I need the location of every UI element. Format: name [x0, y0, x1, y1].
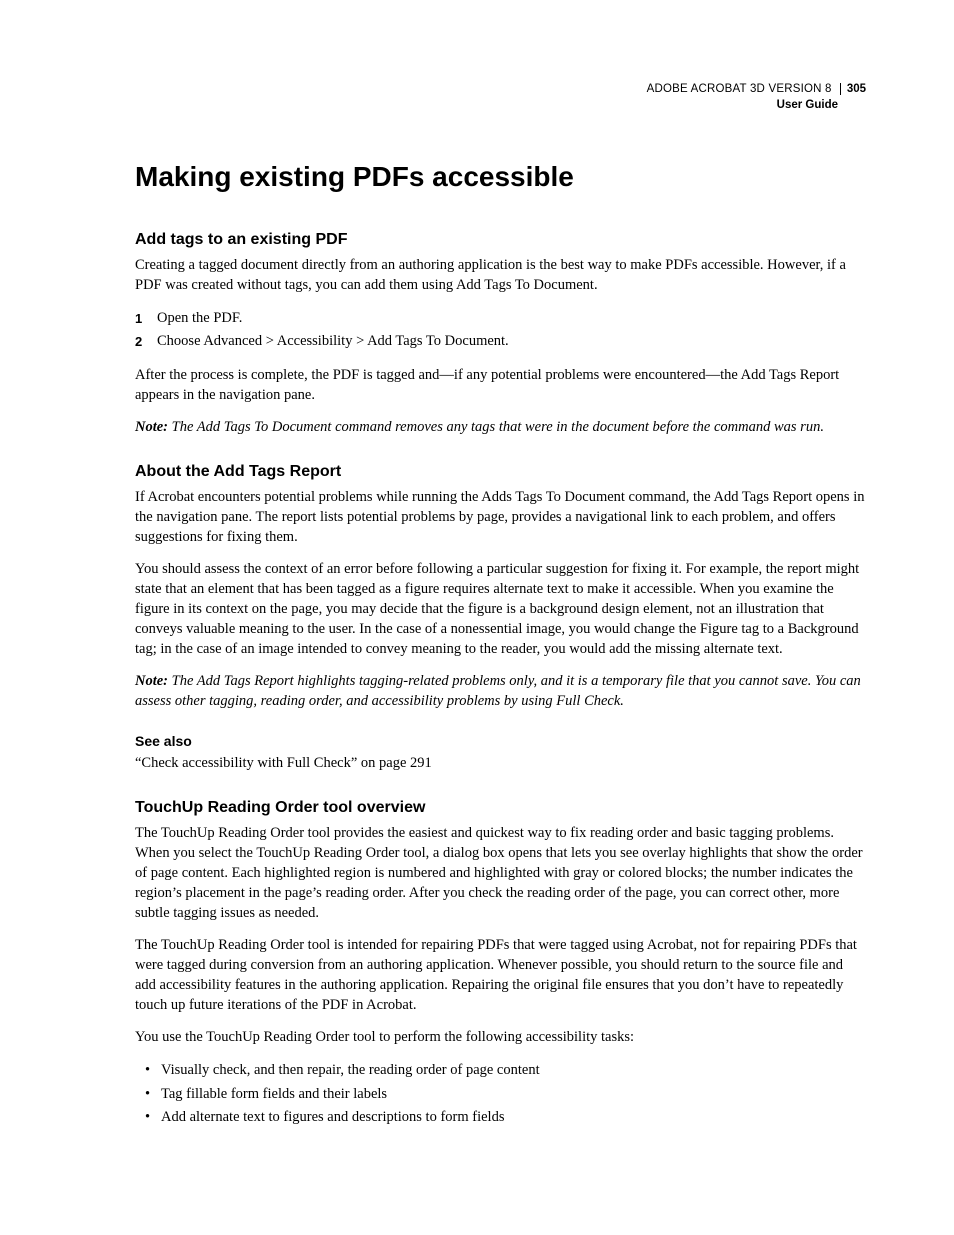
numbered-steps: 1 Open the PDF. 2 Choose Advanced > Access… — [135, 307, 866, 353]
section-heading-touchup: TouchUp Reading Order tool overview — [135, 799, 866, 817]
step-item: 2 Choose Advanced > Accessibility > Add T… — [135, 330, 866, 353]
note-text: The Add Tags To Document command removes… — [172, 419, 824, 435]
section-heading-add-tags: Add tags to an existing PDF — [135, 231, 866, 249]
body-text: After the process is complete, the PDF i… — [135, 365, 866, 405]
see-also-heading: See also — [135, 733, 866, 749]
step-number: 1 — [135, 309, 142, 330]
note-label: Note: — [135, 419, 168, 435]
step-item: 1 Open the PDF. — [135, 307, 866, 330]
header-page-number: 305 — [840, 83, 866, 95]
body-text: The TouchUp Reading Order tool provides … — [135, 823, 866, 923]
page-title: Making existing PDFs accessible — [135, 161, 866, 193]
bulleted-list: Visually check, and then repair, the rea… — [135, 1059, 866, 1129]
body-text: You use the TouchUp Reading Order tool t… — [135, 1027, 866, 1047]
list-item: Visually check, and then repair, the rea… — [135, 1059, 866, 1082]
page-header: ADOBE ACROBAT 3D VERSION 8 305 User Guid… — [135, 82, 866, 113]
header-subtitle: User Guide — [135, 98, 866, 114]
see-also-link: “Check accessibility with Full Check” on… — [135, 753, 866, 773]
body-text: Creating a tagged document directly from… — [135, 255, 866, 295]
step-text: Choose Advanced > Accessibility > Add Ta… — [157, 333, 509, 349]
body-text: The TouchUp Reading Order tool is intend… — [135, 935, 866, 1015]
list-item: Add alternate text to figures and descri… — [135, 1106, 866, 1129]
section-heading-add-tags-report: About the Add Tags Report — [135, 463, 866, 481]
note: Note: The Add Tags Report highlights tag… — [135, 671, 866, 711]
step-text: Open the PDF. — [157, 310, 242, 326]
note-label: Note: — [135, 673, 168, 689]
list-item: Tag fillable form fields and their label… — [135, 1083, 866, 1106]
header-product: ADOBE ACROBAT 3D VERSION 8 — [647, 83, 832, 95]
body-text: You should assess the context of an erro… — [135, 559, 866, 659]
step-number: 2 — [135, 332, 142, 353]
note-text: The Add Tags Report highlights tagging-r… — [135, 673, 861, 709]
body-text: If Acrobat encounters potential problems… — [135, 487, 866, 547]
document-page: ADOBE ACROBAT 3D VERSION 8 305 User Guid… — [0, 0, 954, 1201]
note: Note: The Add Tags To Document command r… — [135, 417, 866, 437]
